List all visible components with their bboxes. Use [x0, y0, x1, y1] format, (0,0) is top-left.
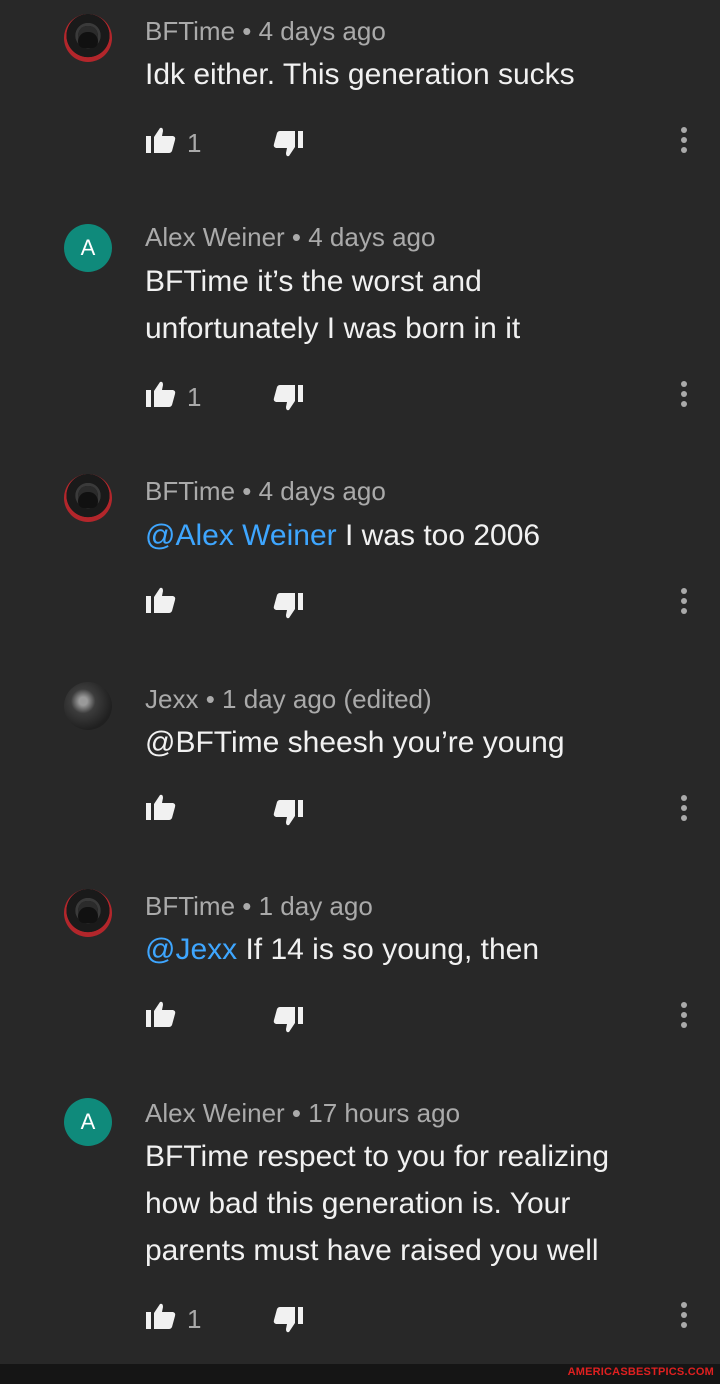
dislike-icon[interactable] — [272, 1306, 304, 1334]
timestamp: 4 days ago — [258, 16, 386, 46]
comment-meta: Alex Weiner • 17 hours ago — [145, 1098, 460, 1129]
avatar[interactable] — [64, 682, 112, 730]
comment-meta: BFTime • 4 days ago — [145, 16, 386, 47]
like-icon[interactable] — [145, 793, 177, 821]
avatar[interactable] — [64, 474, 112, 522]
separator: • — [235, 476, 259, 506]
avatar[interactable]: A — [64, 1098, 112, 1146]
comment-meta: BFTime • 4 days ago — [145, 476, 386, 507]
dislike-icon[interactable] — [272, 384, 304, 412]
dislike-icon[interactable] — [272, 799, 304, 827]
watermark: AMERICASBESTPICS.COM — [567, 1366, 714, 1378]
comment-meta: Jexx • 1 day ago (edited) — [145, 684, 432, 715]
comment-text: BFTime respect to you for realizing how … — [145, 1140, 610, 1267]
more-options-icon[interactable] — [680, 127, 688, 157]
more-options-icon[interactable] — [680, 381, 688, 411]
comment-meta: Alex Weiner • 4 days ago — [145, 222, 435, 253]
like-icon[interactable] — [145, 586, 177, 614]
avatar[interactable]: A — [64, 224, 112, 272]
timestamp: 1 day ago — [258, 891, 373, 921]
like-icon[interactable] — [145, 1302, 177, 1330]
mention-link[interactable]: @Alex Weiner — [145, 519, 337, 552]
author-name[interactable]: BFTime — [145, 16, 235, 46]
comment-body: If 14 is so young, then — [237, 933, 540, 966]
timestamp: 1 day ago — [222, 684, 337, 714]
comment-text: @Alex Weiner I was too 2006 — [145, 512, 685, 559]
comment-text: Idk either. This generation sucks — [145, 58, 575, 91]
comment-text: @BFTime sheesh you’re young — [145, 726, 565, 759]
avatar[interactable] — [64, 889, 112, 937]
timestamp: 4 days ago — [308, 222, 436, 252]
like-icon[interactable] — [145, 1000, 177, 1028]
author-name[interactable]: Alex Weiner — [145, 1098, 285, 1128]
more-options-icon[interactable] — [680, 1002, 688, 1032]
comment-text: BFTime it’s the worst and unfortunately … — [145, 265, 521, 345]
like-count: 1 — [187, 382, 202, 412]
separator: • — [235, 16, 259, 46]
more-options-icon[interactable] — [680, 588, 688, 618]
like-icon[interactable] — [145, 126, 177, 154]
separator: • — [235, 891, 259, 921]
dislike-icon[interactable] — [272, 1006, 304, 1034]
author-name[interactable]: Jexx — [145, 684, 198, 714]
separator: • — [198, 684, 223, 714]
comment-meta: BFTime • 1 day ago — [145, 891, 373, 922]
like-icon[interactable] — [145, 380, 177, 408]
timestamp: 17 hours ago — [308, 1098, 461, 1128]
dislike-icon[interactable] — [272, 130, 304, 158]
more-options-icon[interactable] — [680, 1302, 688, 1332]
author-name[interactable]: Alex Weiner — [145, 222, 285, 252]
author-name[interactable]: BFTime — [145, 891, 235, 921]
like-count: 1 — [187, 1304, 202, 1334]
edited-label: (edited) — [343, 684, 432, 714]
comment-body: I was too 2006 — [336, 519, 541, 552]
mention-link[interactable]: @Jexx — [145, 933, 237, 966]
avatar[interactable] — [64, 14, 112, 62]
author-name[interactable]: BFTime — [145, 476, 235, 506]
like-count: 1 — [187, 128, 202, 158]
separator: • — [284, 222, 309, 252]
separator: • — [284, 1098, 309, 1128]
dislike-icon[interactable] — [272, 592, 304, 620]
timestamp: 4 days ago — [258, 476, 386, 506]
more-options-icon[interactable] — [680, 795, 688, 825]
comment-text: @Jexx If 14 is so young, then — [145, 926, 685, 973]
